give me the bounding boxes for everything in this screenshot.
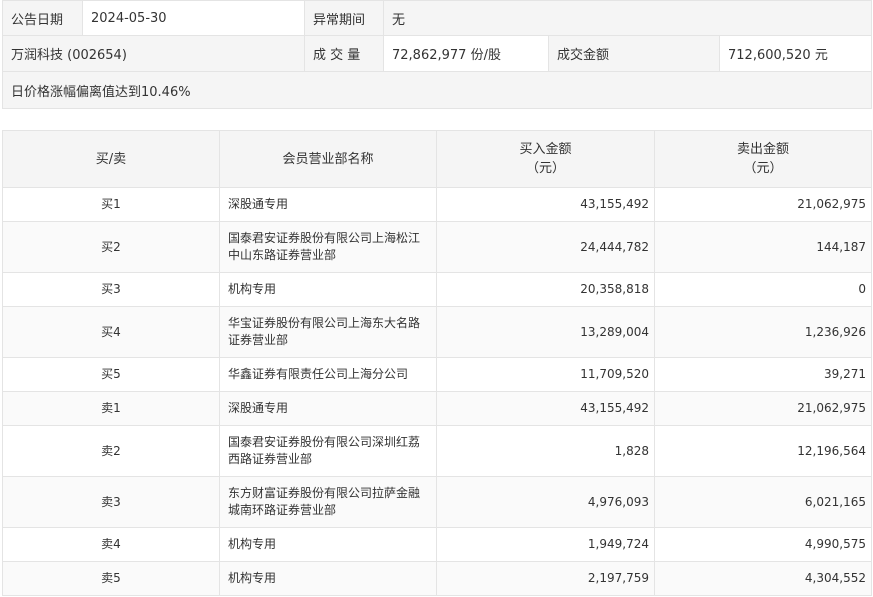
amount-value: 712,600,520 元 — [718, 35, 873, 72]
row-side: 卖1 — [2, 391, 220, 426]
row-sell-amount: 0 — [654, 272, 872, 307]
row-buy-amount: 20,358,818 — [436, 272, 655, 307]
row-branch-name: 深股通专用 — [219, 391, 437, 426]
row-branch-name: 东方财富证券股份有限公司拉萨金融城南环路证券营业部 — [219, 476, 437, 528]
table-row: 卖3 东方财富证券股份有限公司拉萨金融城南环路证券营业部 4,976,093 6… — [2, 476, 872, 528]
row-side: 买5 — [2, 357, 220, 392]
row-sell-amount: 12,196,564 — [654, 425, 872, 477]
row-sell-amount: 6,021,165 — [654, 476, 872, 528]
row-buy-amount: 1,828 — [436, 425, 655, 477]
table-row: 卖2 国泰君安证券股份有限公司深圳红荔西路证券营业部 1,828 12,196,… — [2, 425, 872, 477]
header-sell-amount-unit: （元） — [743, 161, 783, 176]
row-branch-name: 国泰君安证券股份有限公司上海松江中山东路证券营业部 — [219, 221, 437, 273]
row-side: 买2 — [2, 221, 220, 273]
header-buy-amount: 买入金额 （元） — [436, 130, 655, 188]
row-branch-name: 机构专用 — [219, 561, 437, 596]
row-buy-amount: 11,709,520 — [436, 357, 655, 392]
row-sell-amount: 4,304,552 — [654, 561, 872, 596]
row-buy-amount: 4,976,093 — [436, 476, 655, 528]
volume-label: 成 交 量 — [304, 35, 384, 72]
abnormal-period-value: 无 — [382, 0, 873, 36]
table-row: 卖5 机构专用 2,197,759 4,304,552 — [2, 561, 872, 596]
announcement-info-table: 公告日期 2024-05-30 异常期间 无 万润科技 (002654) 成 交… — [1, 0, 873, 109]
row-sell-amount: 144,187 — [654, 221, 872, 273]
row-buy-amount: 2,197,759 — [436, 561, 655, 596]
row-buy-amount: 1,949,724 — [436, 527, 655, 562]
header-branch-name: 会员营业部名称 — [219, 130, 437, 188]
table-row: 买3 机构专用 20,358,818 0 — [2, 272, 872, 307]
row-branch-name: 华鑫证券有限责任公司上海分公司 — [219, 357, 437, 392]
info-row-reason: 日价格涨幅偏离值达到10.46% — [1, 71, 873, 109]
header-side: 买/卖 — [2, 130, 220, 188]
announcement-date-label: 公告日期 — [2, 0, 83, 36]
row-sell-amount: 21,062,975 — [654, 391, 872, 426]
table-row: 卖4 机构专用 1,949,724 4,990,575 — [2, 527, 872, 562]
header-sell-amount: 卖出金额 （元） — [654, 130, 872, 188]
table-row: 买5 华鑫证券有限责任公司上海分公司 11,709,520 39,271 — [2, 357, 872, 392]
row-sell-amount: 21,062,975 — [654, 187, 872, 222]
row-branch-name: 深股通专用 — [219, 187, 437, 222]
table-row: 卖1 深股通专用 43,155,492 21,062,975 — [2, 391, 872, 426]
table-row: 买2 国泰君安证券股份有限公司上海松江中山东路证券营业部 24,444,782 … — [2, 221, 872, 273]
row-side: 买1 — [2, 187, 220, 222]
amount-label: 成交金额 — [548, 35, 720, 72]
row-side: 卖4 — [2, 527, 220, 562]
announcement-date-value: 2024-05-30 — [82, 0, 305, 36]
table-header-row: 买/卖 会员营业部名称 买入金额 （元） 卖出金额 （元） — [2, 130, 872, 188]
row-branch-name: 机构专用 — [219, 272, 437, 307]
stock-name: 万润科技 (002654) — [2, 35, 305, 72]
row-side: 卖2 — [2, 425, 220, 477]
row-buy-amount: 43,155,492 — [436, 391, 655, 426]
table-row: 买4 华宝证券股份有限公司上海东大名路证券营业部 13,289,004 1,23… — [2, 306, 872, 358]
row-buy-amount: 13,289,004 — [436, 306, 655, 358]
row-buy-amount: 43,155,492 — [436, 187, 655, 222]
listing-reason: 日价格涨幅偏离值达到10.46% — [1, 71, 873, 109]
table-row: 买1 深股通专用 43,155,492 21,062,975 — [2, 187, 872, 222]
row-side: 买4 — [2, 306, 220, 358]
info-row-date: 公告日期 2024-05-30 异常期间 无 — [2, 0, 873, 36]
row-branch-name: 国泰君安证券股份有限公司深圳红荔西路证券营业部 — [219, 425, 437, 477]
row-branch-name: 华宝证券股份有限公司上海东大名路证券营业部 — [219, 306, 437, 358]
row-branch-name: 机构专用 — [219, 527, 437, 562]
broker-detail-table: 买/卖 会员营业部名称 买入金额 （元） 卖出金额 （元） 买1 深股通专用 4… — [2, 130, 872, 596]
row-sell-amount: 4,990,575 — [654, 527, 872, 562]
row-side: 卖3 — [2, 476, 220, 528]
abnormal-period-label: 异常期间 — [304, 0, 384, 36]
info-row-trade: 万润科技 (002654) 成 交 量 72,862,977 份/股 成交金额 … — [2, 35, 873, 72]
header-buy-amount-title: 买入金额 — [519, 142, 572, 157]
row-buy-amount: 24,444,782 — [436, 221, 655, 273]
header-buy-amount-unit: （元） — [525, 161, 565, 176]
row-side: 卖5 — [2, 561, 220, 596]
header-sell-amount-title: 卖出金额 — [736, 142, 789, 157]
row-side: 买3 — [2, 272, 220, 307]
row-sell-amount: 39,271 — [654, 357, 872, 392]
row-sell-amount: 1,236,926 — [654, 306, 872, 358]
volume-value: 72,862,977 份/股 — [383, 35, 549, 72]
